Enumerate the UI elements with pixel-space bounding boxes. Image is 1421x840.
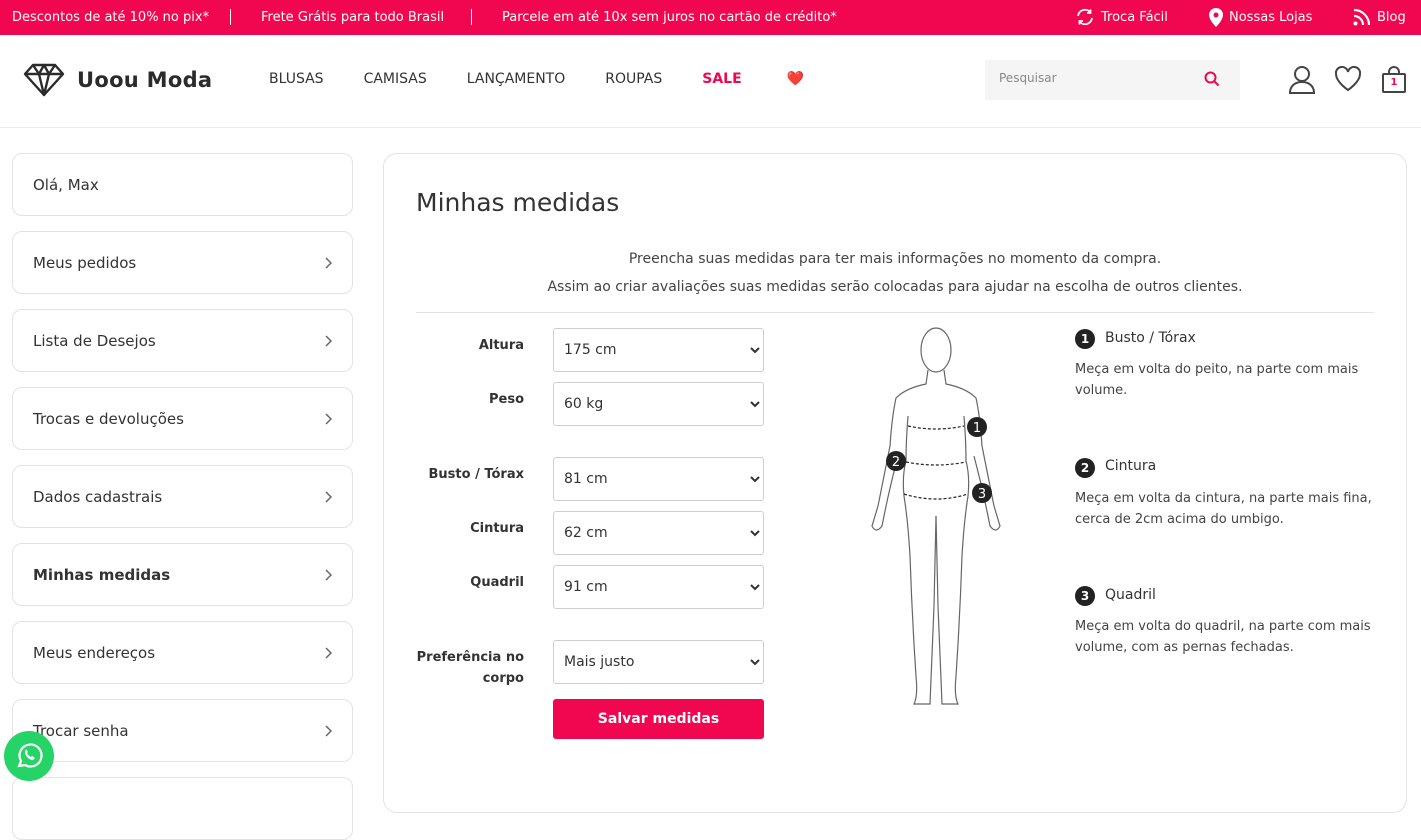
chevron-right-icon	[325, 725, 332, 737]
promo-frete: Frete Grátis para todo Brasil	[261, 10, 445, 25]
nav-lancamento[interactable]: LANÇAMENTO	[467, 71, 566, 87]
sidebar-item-label: Trocas e devoluções	[33, 410, 184, 428]
greeting-label: Olá, Max	[33, 176, 99, 194]
sidebar-item-label: Dados cadastrais	[33, 488, 163, 506]
guide-title-busto: Busto / Tórax	[1105, 330, 1196, 346]
divider	[416, 312, 1374, 313]
logo-text: Uoou Moda	[77, 68, 213, 92]
chevron-right-icon	[325, 335, 332, 347]
promo-parcele: Parcele em até 10x sem juros no cartão d…	[502, 10, 837, 25]
blog-link[interactable]: Blog	[1352, 8, 1406, 27]
nossas-lojas-link[interactable]: Nossas Lojas	[1209, 8, 1312, 27]
guide-title-cintura: Cintura	[1105, 458, 1157, 474]
preferencia-label: Preferência no corpo	[416, 650, 524, 686]
quadril-select[interactable]: 91 cm	[553, 565, 764, 609]
chevron-right-icon	[325, 491, 332, 503]
altura-select[interactable]: 175 cm	[553, 328, 764, 372]
rss-icon	[1353, 8, 1371, 26]
wishlist-heart-icon[interactable]	[1334, 65, 1362, 93]
chevron-right-icon	[325, 413, 332, 425]
intro-text-2: Assim ao criar avaliações suas medidas s…	[547, 279, 1243, 295]
save-measurements-button[interactable]: Salvar medidas	[553, 699, 764, 739]
logo[interactable]: Uoou Moda	[23, 63, 212, 97]
chevron-right-icon	[325, 569, 332, 581]
guide-title-quadril: Quadril	[1105, 587, 1156, 603]
sidebar-item-label: Meus endereços	[33, 644, 156, 662]
main-nav: BLUSAS CAMISAS LANÇAMENTO ROUPAS SALE ❤️	[269, 71, 884, 87]
cintura-select[interactable]: 62 cm	[553, 511, 764, 555]
nav-sale[interactable]: SALE ❤️	[702, 71, 844, 87]
sidebar-item-trocar-senha[interactable]: Trocar senha	[12, 699, 353, 762]
page-title: Minhas medidas	[416, 188, 620, 217]
blog-label: Blog	[1377, 10, 1406, 25]
guide-desc-cintura: Meça em volta da cintura, na parte mais …	[1075, 491, 1372, 527]
sidebar-item-trocas[interactable]: Trocas e devoluções	[12, 387, 353, 450]
busto-label: Busto / Tórax	[428, 467, 525, 482]
cintura-label: Cintura	[470, 521, 524, 536]
map-pin-icon	[1209, 8, 1223, 27]
whatsapp-button[interactable]	[4, 731, 54, 781]
peso-label: Peso	[488, 392, 524, 407]
search-icon[interactable]	[1204, 71, 1220, 87]
nav-sale-label: SALE	[702, 71, 742, 87]
svg-text:3: 3	[978, 487, 986, 502]
sidebar-item-lista-desejos[interactable]: Lista de Desejos	[12, 309, 353, 372]
quadril-label: Quadril	[470, 575, 524, 590]
svg-text:2: 2	[892, 455, 900, 470]
guide-number-1: 1	[1075, 329, 1095, 349]
diamond-icon	[23, 63, 65, 97]
sidebar-item-label: Trocar senha	[33, 722, 129, 740]
altura-label: Altura	[478, 338, 524, 353]
promo-bar: Descontos de até 10% no pix* Frete Gráti…	[0, 0, 1421, 35]
troca-facil-label: Troca Fácil	[1101, 9, 1168, 25]
sidebar-item-partial[interactable]	[12, 777, 353, 840]
search-input[interactable]	[999, 71, 1199, 85]
preferencia-select[interactable]: Mais justo	[553, 640, 764, 684]
whatsapp-icon	[17, 743, 43, 768]
troca-facil-link[interactable]: Troca Fácil	[1075, 8, 1168, 26]
busto-select[interactable]: 81 cm	[553, 457, 764, 501]
peso-select[interactable]: 60 kg	[553, 382, 764, 426]
promo-pix: Descontos de até 10% no pix*	[12, 10, 210, 25]
refresh-icon	[1077, 8, 1093, 26]
search-box	[985, 60, 1240, 100]
user-icon[interactable]	[1288, 65, 1316, 95]
guide-desc-busto: Meça em volta do peito, na parte com mai…	[1075, 362, 1359, 398]
sidebar-item-label: Minhas medidas	[33, 566, 171, 584]
site-header: Uoou Moda BLUSAS CAMISAS LANÇAMENTO ROUP…	[0, 35, 1421, 128]
sidebar-item-label: Lista de Desejos	[33, 332, 156, 350]
promo-separator	[230, 9, 231, 25]
cart-count-badge: 1	[1390, 77, 1398, 88]
chevron-right-icon	[325, 257, 332, 269]
sidebar-item-minhas-medidas[interactable]: Minhas medidas	[12, 543, 353, 606]
intro-text-1: Preencha suas medidas para ter mais info…	[628, 251, 1162, 267]
nossas-lojas-label: Nossas Lojas	[1229, 10, 1313, 25]
body-figure-illustration: 1 2 3	[871, 327, 1001, 705]
sidebar-item-meus-enderecos[interactable]: Meus endereços	[12, 621, 353, 684]
nav-roupas[interactable]: ROUPAS	[605, 71, 662, 87]
guide-desc-quadril: Meça em volta do quadril, na parte com m…	[1075, 619, 1371, 655]
sidebar-greeting: Olá, Max	[12, 153, 353, 216]
sidebar-item-dados-cadastrais[interactable]: Dados cadastrais	[12, 465, 353, 528]
heart-emoji: ❤️	[786, 71, 804, 87]
guide-number-2: 2	[1075, 458, 1095, 478]
nav-blusas[interactable]: BLUSAS	[269, 71, 324, 87]
sidebar-item-meus-pedidos[interactable]: Meus pedidos	[12, 231, 353, 294]
chevron-right-icon	[325, 647, 332, 659]
nav-camisas[interactable]: CAMISAS	[364, 71, 427, 87]
guide-number-3: 3	[1075, 586, 1095, 606]
sidebar-item-label: Meus pedidos	[33, 254, 137, 272]
svg-text:1: 1	[973, 421, 981, 436]
promo-separator	[471, 9, 472, 25]
